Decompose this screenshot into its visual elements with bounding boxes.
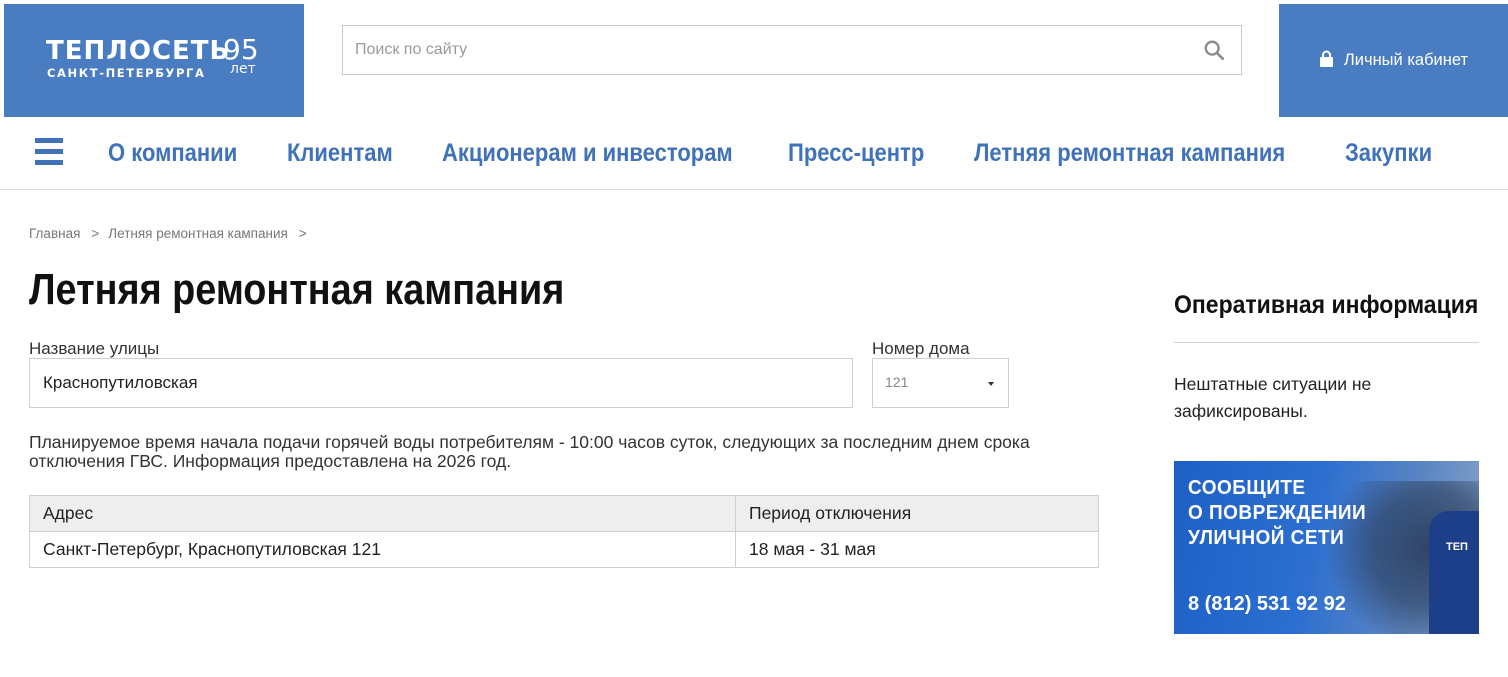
banner-line-1: СООБЩИТЕ	[1188, 477, 1306, 499]
page-title: Летняя ремонтная кампания	[29, 265, 565, 314]
banner-line-2: О ПОВРЕЖДЕНИИ	[1188, 502, 1367, 524]
nav-item-investors[interactable]: Акционерам и инвесторам	[442, 138, 733, 168]
house-number-value: 121	[885, 374, 909, 390]
table-cell-address: Санкт-Петербург, Краснопутиловская 121	[29, 531, 736, 568]
logo-city: САНКТ-ПЕТЕРБУРГА	[47, 66, 206, 80]
breadcrumb-home[interactable]: Главная	[29, 226, 80, 241]
personal-account-label: Личный кабинет	[1343, 51, 1469, 69]
banner-chair-logo: ТЕП	[1446, 541, 1468, 553]
lock-icon	[1319, 50, 1334, 72]
house-label: Номер дома	[872, 339, 970, 358]
nav-item-summer-repair[interactable]: Летняя ремонтная кампания	[974, 138, 1285, 168]
report-damage-banner[interactable]: ТЕП СООБЩИТЕ О ПОВРЕЖДЕНИИ УЛИЧНОЙ СЕТИ …	[1174, 461, 1479, 634]
banner-chair	[1429, 511, 1479, 634]
logo-name: ТЕПЛОСЕТЬ	[46, 36, 231, 66]
street-label: Название улицы	[29, 339, 160, 358]
breadcrumb: Главная > Летняя ремонтная кампания >	[29, 226, 316, 241]
table-cell-period: 18 мая - 31 мая	[735, 531, 1099, 568]
logo-years-suffix: лет	[230, 61, 256, 77]
hot-water-notice: Планируемое время начала подачи горячей …	[29, 432, 1030, 471]
main-nav: О компании Клиентам Акционерам и инвесто…	[0, 118, 1508, 190]
site-logo[interactable]: ТЕПЛОСЕТЬ САНКТ-ПЕТЕРБУРГА 95 лет	[4, 4, 304, 117]
table-header-address: Адрес	[29, 495, 736, 532]
breadcrumb-current[interactable]: Летняя ремонтная кампания	[108, 226, 288, 241]
menu-icon[interactable]	[35, 138, 63, 166]
search-box	[342, 25, 1242, 75]
table-header-row: Адрес Период отключения	[29, 495, 1099, 532]
search-input[interactable]	[343, 26, 1193, 74]
nav-item-purchases[interactable]: Закупки	[1345, 138, 1432, 168]
personal-account-button[interactable]: Личный кабинет	[1279, 4, 1508, 117]
house-number-select[interactable]: 121	[872, 358, 1009, 408]
logo-years: 95	[223, 33, 259, 66]
chevron-down-icon	[988, 382, 994, 386]
sidebar-title: Оперативная информация	[1174, 291, 1479, 319]
breadcrumb-separator: >	[91, 226, 100, 241]
table-header-period: Период отключения	[735, 495, 1099, 532]
search-icon[interactable]	[1203, 39, 1227, 63]
results-table: Адрес Период отключения Санкт-Петербург,…	[29, 495, 1099, 568]
sidebar-status-text: Нештатные ситуации не зафиксированы.	[1174, 374, 1372, 421]
table-row: Санкт-Петербург, Краснопутиловская 121 1…	[29, 531, 1099, 568]
site-header: ТЕПЛОСЕТЬ САНКТ-ПЕТЕРБУРГА 95 лет Личный…	[0, 0, 1508, 118]
banner-line-3: УЛИЧНОЙ СЕТИ	[1188, 527, 1345, 549]
street-input[interactable]	[29, 358, 853, 408]
banner-phone: 8 (812) 531 92 92	[1188, 593, 1346, 615]
breadcrumb-separator: >	[298, 226, 307, 241]
nav-item-press[interactable]: Пресс-центр	[788, 138, 924, 168]
nav-item-about[interactable]: О компании	[108, 138, 237, 168]
sidebar-divider	[1174, 342, 1479, 343]
nav-item-clients[interactable]: Клиентам	[287, 138, 393, 168]
